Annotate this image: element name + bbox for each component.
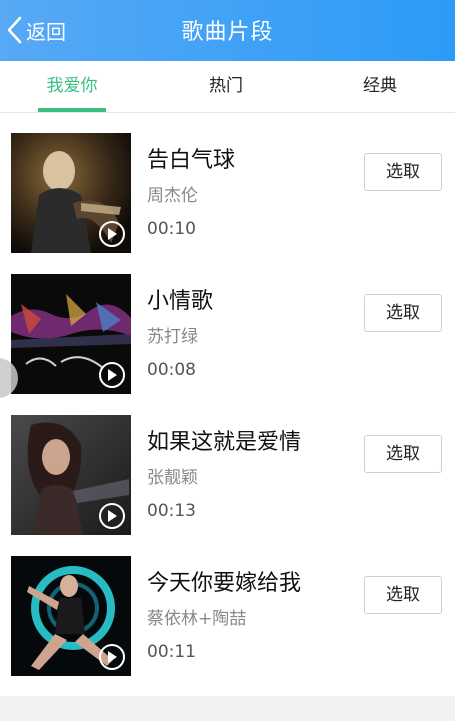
song-title: 小情歌: [147, 289, 214, 314]
app-header: 返回 歌曲片段: [0, 0, 455, 61]
album-cover: [11, 274, 131, 394]
list-item: 告白气球 周杰伦 00:10 选取: [0, 113, 455, 254]
list-item: 今天你要嫁给我 蔡依林+陶喆 00:11 选取: [0, 536, 455, 677]
song-artist: 蔡依林+陶喆: [147, 609, 247, 629]
song-list: 告白气球 周杰伦 00:10 选取 小情歌 苏打绿 00:08 选取 如果这就是…: [0, 113, 455, 696]
tab-wo-ai-ni[interactable]: 我爱你: [38, 61, 106, 112]
song-title: 告白气球: [147, 148, 236, 173]
select-button[interactable]: 选取: [364, 435, 442, 473]
song-title: 如果这就是爱情: [147, 430, 302, 455]
tab-label: 经典: [363, 76, 397, 96]
album-cover: [11, 133, 131, 253]
album-cover: [11, 556, 131, 676]
play-icon[interactable]: [99, 644, 125, 670]
song-duration: 00:08: [147, 360, 196, 380]
page-title: 歌曲片段: [181, 20, 274, 45]
song-duration: 00:11: [147, 642, 196, 662]
tab-jingdian[interactable]: 经典: [350, 61, 410, 112]
play-icon[interactable]: [99, 362, 125, 388]
select-button[interactable]: 选取: [364, 153, 442, 191]
select-button[interactable]: 选取: [364, 294, 442, 332]
song-artist: 苏打绿: [147, 327, 198, 347]
song-artist: 张靓颖: [147, 468, 198, 488]
tab-bar: 我爱你 热门 经典: [0, 61, 455, 113]
tab-active-indicator: [38, 108, 106, 112]
tab-label: 我爱你: [46, 76, 98, 96]
tab-remen[interactable]: 热门: [196, 61, 256, 112]
list-item: 小情歌 苏打绿 00:08 选取: [0, 254, 455, 395]
tab-label: 热门: [209, 76, 243, 96]
list-item: 如果这就是爱情 张靓颖 00:13 选取: [0, 395, 455, 536]
song-duration: 00:10: [147, 219, 196, 239]
song-artist: 周杰伦: [147, 186, 198, 206]
play-icon[interactable]: [99, 503, 125, 529]
album-cover: [11, 415, 131, 535]
song-title: 今天你要嫁给我: [147, 571, 302, 596]
song-duration: 00:13: [147, 501, 196, 521]
select-button[interactable]: 选取: [364, 576, 442, 614]
play-icon[interactable]: [99, 221, 125, 247]
